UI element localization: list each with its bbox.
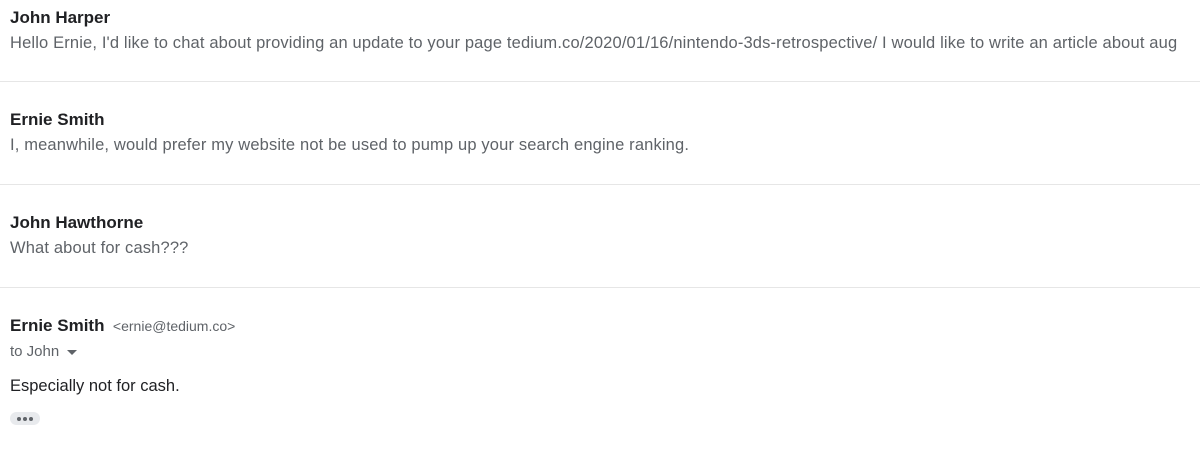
message-sender: Ernie Smith <box>10 316 105 335</box>
message-header: Ernie Smith <ernie@tedium.co> <box>10 316 235 336</box>
caret-down-icon[interactable] <box>67 350 78 355</box>
message-collapsed[interactable]: Ernie Smith I, meanwhile, would prefer m… <box>0 82 1200 185</box>
message-snippet: Hello Ernie, I'd like to chat about prov… <box>10 34 1178 52</box>
message-snippet: I, meanwhile, would prefer my website no… <box>10 136 690 154</box>
message-sender: John Harper <box>10 8 111 27</box>
message-collapsed[interactable]: John Hawthorne What about for cash??? <box>0 185 1200 288</box>
recipient-label: to John <box>10 343 60 360</box>
ellipsis-icon[interactable] <box>10 412 40 425</box>
email-thread: John Harper Hello Ernie, I'd like to cha… <box>0 0 1200 459</box>
sender-email: <ernie@tedium.co> <box>112 318 236 334</box>
message-body: Especially not for cash. <box>10 377 180 395</box>
message-sender: John Hawthorne <box>10 213 144 232</box>
dot <box>23 416 27 421</box>
dot <box>29 416 33 421</box>
message-snippet: What about for cash??? <box>10 239 189 257</box>
message-sender: Ernie Smith <box>10 110 105 129</box>
message-expanded: Ernie Smith <ernie@tedium.co> to John Es… <box>0 288 1200 459</box>
recipient-dropdown[interactable]: to John <box>10 343 78 360</box>
message-collapsed[interactable]: John Harper Hello Ernie, I'd like to cha… <box>0 0 1200 82</box>
dot <box>17 416 21 421</box>
